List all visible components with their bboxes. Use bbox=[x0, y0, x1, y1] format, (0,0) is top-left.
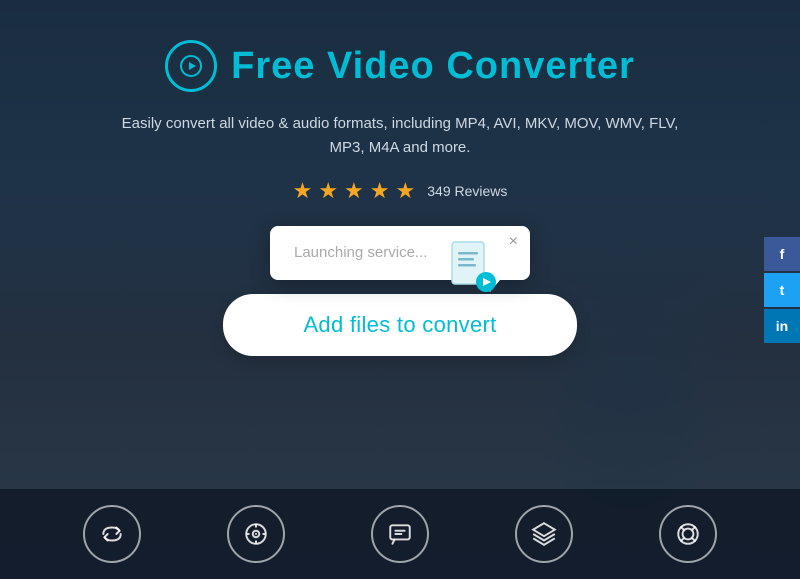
social-sidebar: f t in bbox=[764, 237, 800, 343]
facebook-button[interactable]: f bbox=[764, 237, 800, 271]
convert-icon bbox=[99, 521, 125, 547]
file-icon bbox=[448, 240, 498, 295]
layers-icon bbox=[531, 521, 557, 547]
star-5: ★ bbox=[396, 178, 416, 204]
linkedin-button[interactable]: in bbox=[764, 309, 800, 343]
stars-row: ★ ★ ★ ★ ★ 349 Reviews bbox=[293, 178, 508, 204]
star-2: ★ bbox=[318, 178, 338, 204]
app-subtitle: Easily convert all video & audio formats… bbox=[110, 112, 690, 160]
app-title: Free Video Converter bbox=[231, 45, 635, 88]
bottom-toolbar bbox=[0, 489, 800, 579]
chat-icon bbox=[387, 521, 413, 547]
dvd-icon bbox=[243, 521, 269, 547]
tooltip-close-button[interactable]: × bbox=[509, 234, 518, 250]
tooltip-text: Launching service... bbox=[294, 244, 427, 261]
main-content: Free Video Converter Easily convert all … bbox=[0, 0, 800, 356]
title-row: Free Video Converter bbox=[165, 40, 635, 92]
reviews-count: 349 Reviews bbox=[427, 183, 507, 199]
toolbar-support-button[interactable] bbox=[659, 505, 717, 563]
facebook-label: f bbox=[780, 246, 785, 262]
file-icon-float bbox=[448, 240, 498, 300]
play-icon bbox=[179, 54, 203, 78]
add-files-button[interactable]: Add files to convert bbox=[223, 294, 576, 356]
toolbar-dvd-button[interactable] bbox=[227, 505, 285, 563]
star-1: ★ bbox=[293, 178, 313, 204]
toolbar-convert-button[interactable] bbox=[83, 505, 141, 563]
toolbar-chat-button[interactable] bbox=[371, 505, 429, 563]
support-icon bbox=[675, 521, 701, 547]
linkedin-label: in bbox=[776, 318, 788, 334]
star-3: ★ bbox=[344, 178, 364, 204]
toolbar-layers-button[interactable] bbox=[515, 505, 573, 563]
twitter-button[interactable]: t bbox=[764, 273, 800, 307]
twitter-label: t bbox=[780, 282, 785, 298]
star-4: ★ bbox=[370, 178, 390, 204]
app-logo bbox=[165, 40, 217, 92]
